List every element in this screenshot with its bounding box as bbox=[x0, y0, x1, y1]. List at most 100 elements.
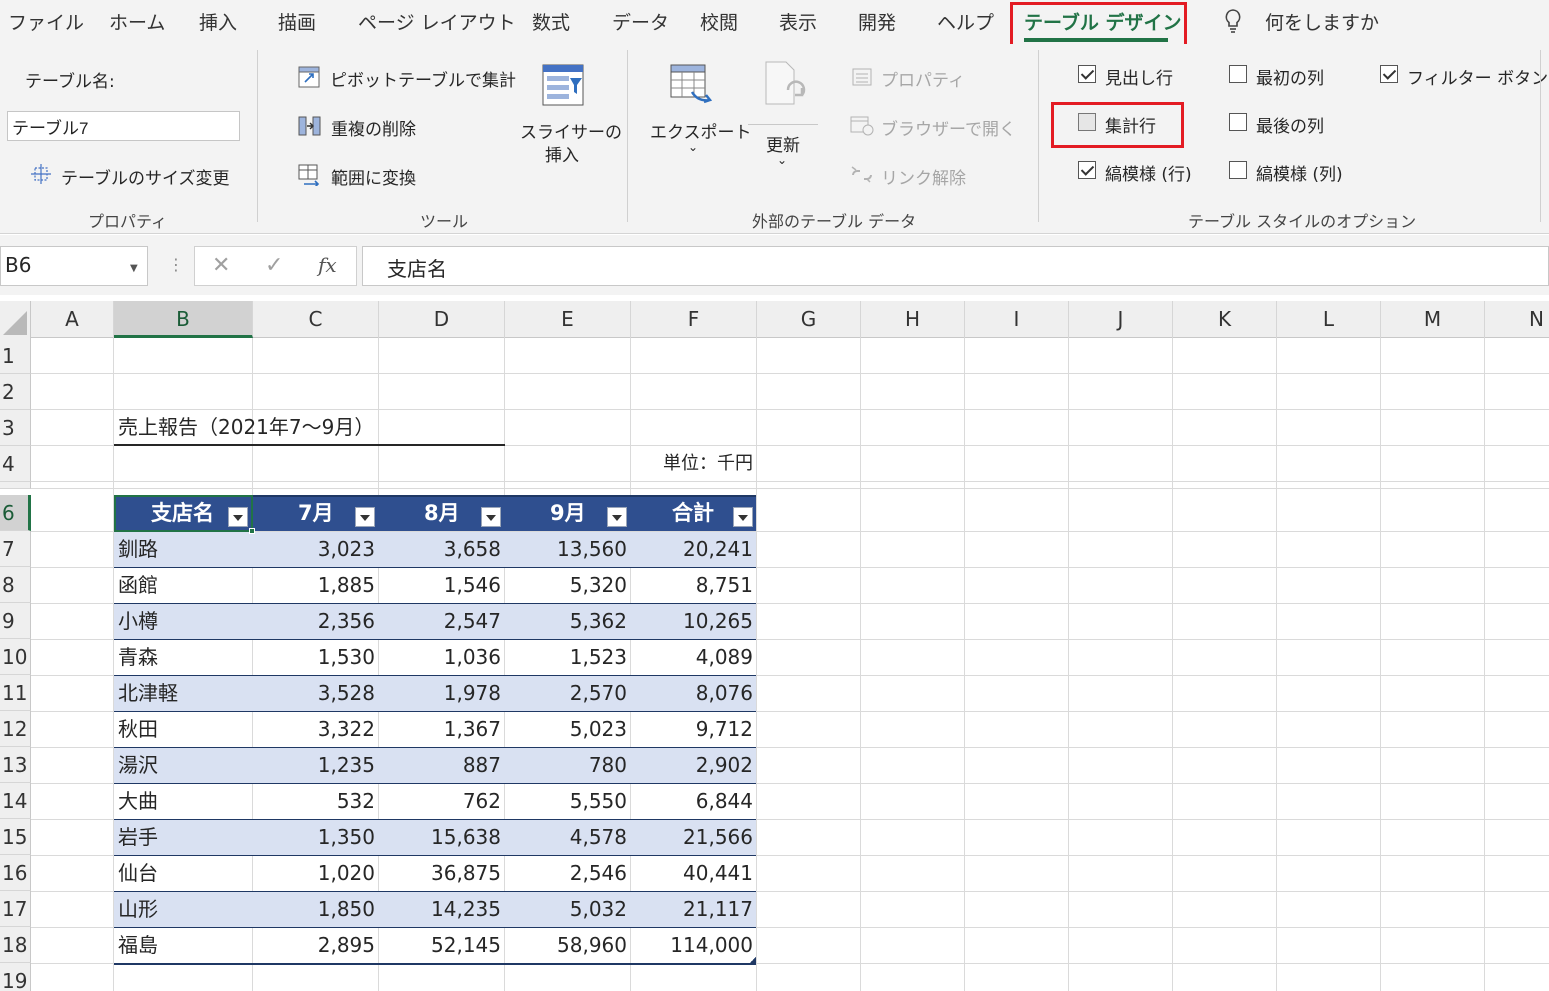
banded-rows-checkbox[interactable] bbox=[1078, 161, 1096, 179]
resize-table-button[interactable]: テーブルのサイズ変更 bbox=[61, 164, 229, 189]
table-cell-branch[interactable]: 仙台 bbox=[114, 856, 253, 891]
pivot-summary-button[interactable]: ピボットテーブルで集計 bbox=[330, 66, 516, 91]
name-box[interactable]: B6 bbox=[0, 246, 148, 286]
row-header[interactable]: 15 bbox=[0, 819, 31, 855]
tell-me-search[interactable]: 何をしますか bbox=[1265, 8, 1379, 35]
table-cell[interactable]: 58,960 bbox=[505, 928, 631, 963]
sheet-title[interactable]: 売上報告（2021年7～9月） bbox=[114, 410, 505, 446]
column-header-c[interactable]: C bbox=[253, 301, 379, 338]
row-header[interactable]: 16 bbox=[0, 855, 31, 891]
enter-icon[interactable]: ✓ bbox=[265, 253, 283, 278]
properties-button[interactable]: プロパティ bbox=[881, 66, 965, 91]
table-cell[interactable]: 5,023 bbox=[505, 712, 631, 747]
refresh-dropdown-icon[interactable]: ⌄ bbox=[777, 153, 787, 167]
table-cell[interactable]: 2,356 bbox=[253, 604, 379, 639]
filter-dropdown-icon[interactable] bbox=[481, 507, 501, 527]
first-column-checkbox[interactable] bbox=[1229, 65, 1247, 83]
table-cell[interactable]: 1,978 bbox=[379, 676, 505, 711]
table-cell[interactable]: 15,638 bbox=[379, 820, 505, 855]
row-header[interactable]: 1 bbox=[0, 338, 31, 374]
row-header-hidden[interactable] bbox=[0, 482, 31, 489]
table-cell-branch[interactable]: 釧路 bbox=[114, 532, 253, 567]
column-header-j[interactable]: J bbox=[1069, 301, 1173, 338]
row-header[interactable]: 18 bbox=[0, 927, 31, 963]
table-cell[interactable]: 3,023 bbox=[253, 532, 379, 567]
table-resize-handle[interactable] bbox=[749, 957, 756, 964]
table-header-aug[interactable]: 8月 bbox=[424, 495, 460, 531]
remove-duplicates-button[interactable]: 重複の削除 bbox=[331, 115, 416, 140]
row-header[interactable]: 10 bbox=[0, 639, 31, 675]
table-cell[interactable]: 21,117 bbox=[631, 892, 757, 927]
table-cell[interactable]: 4,578 bbox=[505, 820, 631, 855]
table-cell[interactable]: 6,844 bbox=[631, 784, 757, 819]
table-cell-branch[interactable]: 函館 bbox=[114, 568, 253, 603]
column-header-m[interactable]: M bbox=[1381, 301, 1485, 338]
slicer-button-line1[interactable]: スライサーの bbox=[520, 118, 622, 143]
column-header-e[interactable]: E bbox=[505, 301, 631, 338]
row-header[interactable]: 3 bbox=[0, 410, 31, 446]
table-cell-branch[interactable]: 大曲 bbox=[114, 784, 253, 819]
table-cell[interactable]: 10,265 bbox=[631, 604, 757, 639]
header-row-checkbox[interactable] bbox=[1078, 65, 1096, 83]
table-cell[interactable]: 14,235 bbox=[379, 892, 505, 927]
filter-dropdown-icon[interactable] bbox=[607, 507, 627, 527]
tab-developer[interactable]: 開発 bbox=[858, 8, 896, 35]
row-header[interactable]: 14 bbox=[0, 783, 31, 819]
tab-review[interactable]: 校閲 bbox=[700, 8, 738, 35]
column-header-k[interactable]: K bbox=[1173, 301, 1277, 338]
table-cell[interactable]: 1,523 bbox=[505, 640, 631, 675]
formula-bar-grip-icon[interactable]: ⋮ bbox=[168, 255, 184, 274]
row-header[interactable]: 19 bbox=[0, 963, 31, 991]
table-cell[interactable]: 9,712 bbox=[631, 712, 757, 747]
table-cell[interactable]: 887 bbox=[379, 748, 505, 783]
column-header-g[interactable]: G bbox=[757, 301, 861, 338]
table-cell[interactable]: 1,885 bbox=[253, 568, 379, 603]
table-cell[interactable]: 1,350 bbox=[253, 820, 379, 855]
last-column-checkbox[interactable] bbox=[1229, 113, 1247, 131]
row-header[interactable]: 13 bbox=[0, 747, 31, 783]
tab-view[interactable]: 表示 bbox=[779, 8, 817, 35]
table-cell[interactable]: 780 bbox=[505, 748, 631, 783]
table-cell[interactable]: 1,850 bbox=[253, 892, 379, 927]
table-cell[interactable]: 2,570 bbox=[505, 676, 631, 711]
table-cell[interactable]: 36,875 bbox=[379, 856, 505, 891]
banded-columns-checkbox[interactable] bbox=[1229, 161, 1247, 179]
convert-to-range-button[interactable]: 範囲に変換 bbox=[331, 164, 416, 189]
row-header[interactable]: 12 bbox=[0, 711, 31, 747]
filter-button-checkbox[interactable] bbox=[1380, 65, 1398, 83]
table-cell[interactable]: 532 bbox=[253, 784, 379, 819]
column-header-l[interactable]: L bbox=[1277, 301, 1381, 338]
column-header-f[interactable]: F bbox=[631, 301, 757, 338]
column-header-b[interactable]: B bbox=[114, 301, 253, 338]
cancel-icon[interactable]: ✕ bbox=[212, 253, 230, 278]
row-header[interactable]: 9 bbox=[0, 603, 31, 639]
unlink-button[interactable]: リンク解除 bbox=[881, 164, 966, 189]
row-header[interactable]: 8 bbox=[0, 567, 31, 603]
unit-label[interactable]: 単位：千円 bbox=[631, 446, 757, 482]
table-cell[interactable]: 2,902 bbox=[631, 748, 757, 783]
column-header-d[interactable]: D bbox=[379, 301, 505, 338]
formula-input[interactable]: 支店名 bbox=[362, 246, 1549, 286]
export-button[interactable]: エクスポート bbox=[650, 118, 752, 143]
table-cell[interactable]: 1,036 bbox=[379, 640, 505, 675]
column-header-h[interactable]: H bbox=[861, 301, 965, 338]
table-cell[interactable]: 1,530 bbox=[253, 640, 379, 675]
row-header[interactable]: 2 bbox=[0, 374, 31, 410]
row-header[interactable]: 6 bbox=[0, 495, 31, 531]
open-in-browser-button[interactable]: ブラウザーで開く bbox=[881, 115, 1016, 140]
row-header[interactable]: 17 bbox=[0, 891, 31, 927]
table-cell[interactable]: 5,550 bbox=[505, 784, 631, 819]
table-cell-branch[interactable]: 岩手 bbox=[114, 820, 253, 855]
table-cell[interactable]: 21,566 bbox=[631, 820, 757, 855]
table-cell[interactable]: 1,546 bbox=[379, 568, 505, 603]
table-header-sep[interactable]: 9月 bbox=[550, 495, 586, 531]
table-cell[interactable]: 1,235 bbox=[253, 748, 379, 783]
table-name-input[interactable] bbox=[7, 111, 240, 141]
table-cell[interactable]: 20,241 bbox=[631, 532, 757, 567]
filter-dropdown-icon[interactable] bbox=[733, 507, 753, 527]
table-header-jul[interactable]: 7月 bbox=[298, 495, 334, 531]
tab-file[interactable]: ファイル bbox=[8, 8, 84, 35]
table-cell[interactable]: 762 bbox=[379, 784, 505, 819]
table-cell[interactable]: 5,320 bbox=[505, 568, 631, 603]
slicer-button-line2[interactable]: 挿入 bbox=[545, 141, 579, 166]
